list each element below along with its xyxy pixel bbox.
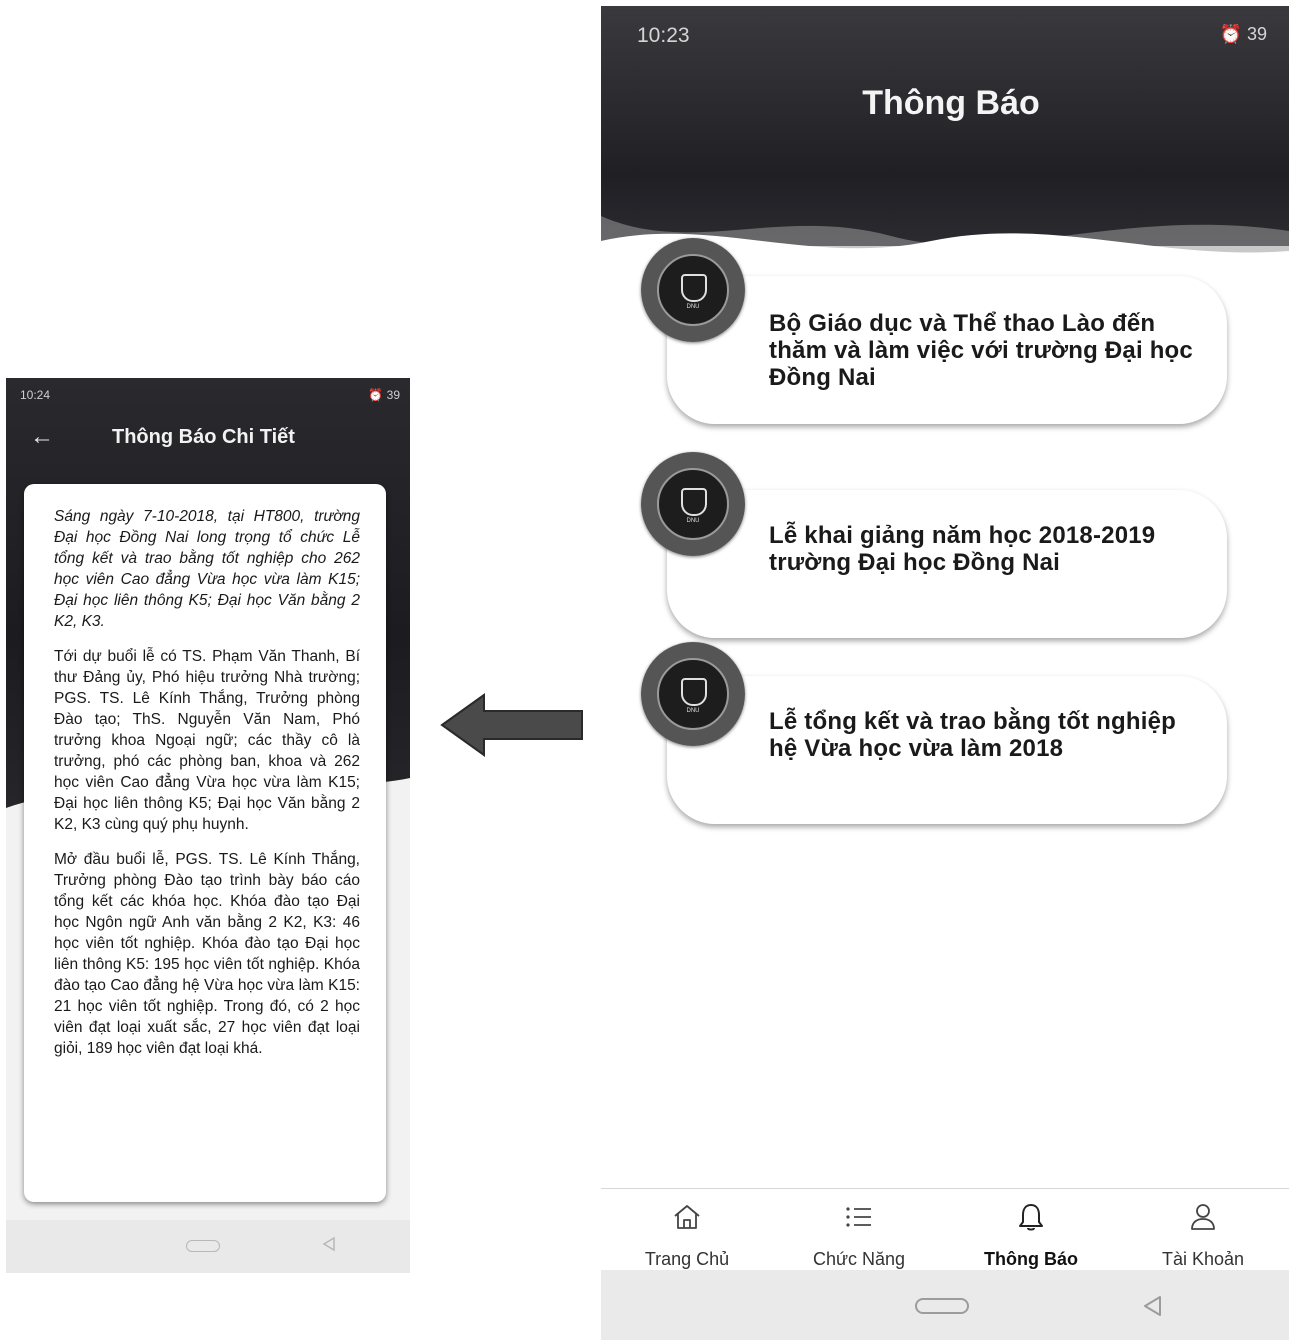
tab-notifications[interactable]: Thông Báo bbox=[945, 1189, 1117, 1271]
detail-card: Sáng ngày 7-10-2018, tại HT800, trường Đ… bbox=[24, 484, 386, 1202]
tab-account[interactable]: Tài Khoản bbox=[1117, 1189, 1289, 1271]
home-icon bbox=[674, 1205, 700, 1229]
detail-screen: 10:24 ⏰ 39 ← Thông Báo Chi Tiết Sáng ngà… bbox=[6, 378, 410, 1273]
detail-content: Sáng ngày 7-10-2018, tại HT800, trường Đ… bbox=[54, 506, 360, 1073]
news-card[interactable]: Lễ tổng kết và trao bằng tốt nghiệp hệ V… bbox=[667, 676, 1227, 824]
news-title: Lễ tổng kết và trao bằng tốt nghiệp hệ V… bbox=[769, 708, 1177, 762]
news-title: Lễ khai giảng năm học 2018-2019 trường Đ… bbox=[769, 522, 1156, 576]
bottom-tab-bar: Trang Chủ Chức Năng Thông Báo Tài Khoản bbox=[601, 1188, 1289, 1271]
left-arrow-icon bbox=[440, 693, 583, 757]
news-card[interactable]: Bộ Giáo dục và Thể thao Lào đến thăm và … bbox=[667, 276, 1227, 424]
university-logo: DNU bbox=[641, 642, 745, 746]
user-icon bbox=[1191, 1204, 1215, 1230]
tab-label: Trang Chủ bbox=[644, 1249, 730, 1269]
bell-icon bbox=[1019, 1204, 1043, 1231]
list-icon bbox=[846, 1207, 871, 1227]
home-pill-button[interactable] bbox=[915, 1298, 969, 1314]
status-time: 10:23 bbox=[637, 24, 690, 47]
tab-functions[interactable]: Chức Năng bbox=[773, 1189, 945, 1271]
system-nav-bar bbox=[601, 1270, 1289, 1340]
battery-indicator: ⏰ 39 bbox=[1219, 24, 1267, 44]
news-card[interactable]: Lễ khai giảng năm học 2018-2019 trường Đ… bbox=[667, 490, 1227, 638]
tab-label: Tài Khoản bbox=[1161, 1249, 1245, 1269]
alarm-icon: ⏰ bbox=[368, 388, 387, 402]
tab-home[interactable]: Trang Chủ bbox=[601, 1189, 773, 1271]
university-logo: DNU bbox=[641, 452, 745, 556]
back-arrow-icon[interactable]: ← bbox=[30, 424, 54, 450]
back-triangle-icon[interactable] bbox=[322, 1236, 336, 1252]
page-title: Thông Báo Chi Tiết bbox=[112, 426, 295, 448]
status-time: 10:24 bbox=[20, 388, 51, 402]
alarm-icon: ⏰ bbox=[1219, 24, 1247, 44]
page-title: Thông Báo bbox=[862, 84, 1040, 122]
battery-indicator: ⏰ 39 bbox=[368, 388, 400, 402]
notification-list-screen: 10:23 ⏰ 39 Thông Báo Bộ Giáo dục và Thể … bbox=[601, 6, 1289, 1340]
news-title: Bộ Giáo dục và Thể thao Lào đến thăm và … bbox=[769, 310, 1193, 391]
university-logo: DNU bbox=[641, 238, 745, 342]
system-nav-bar bbox=[6, 1220, 410, 1273]
status-bar: 10:23 ⏰ 39 bbox=[637, 24, 1267, 50]
back-triangle-icon[interactable] bbox=[1141, 1294, 1163, 1318]
tab-label: Chức Năng bbox=[812, 1249, 906, 1269]
paragraph: Sáng ngày 7-10-2018, tại HT800, trường Đ… bbox=[54, 508, 360, 630]
home-pill-button[interactable] bbox=[186, 1240, 220, 1252]
paragraph: Tới dự buổi lễ có TS. Phạm Văn Thanh, Bí… bbox=[54, 648, 360, 833]
tab-label: Thông Báo bbox=[984, 1249, 1078, 1269]
status-bar: 10:24 ⏰ 39 bbox=[20, 388, 400, 404]
paragraph: Mở đầu buổi lễ, PGS. TS. Lê Kính Thắng, … bbox=[54, 851, 360, 1057]
